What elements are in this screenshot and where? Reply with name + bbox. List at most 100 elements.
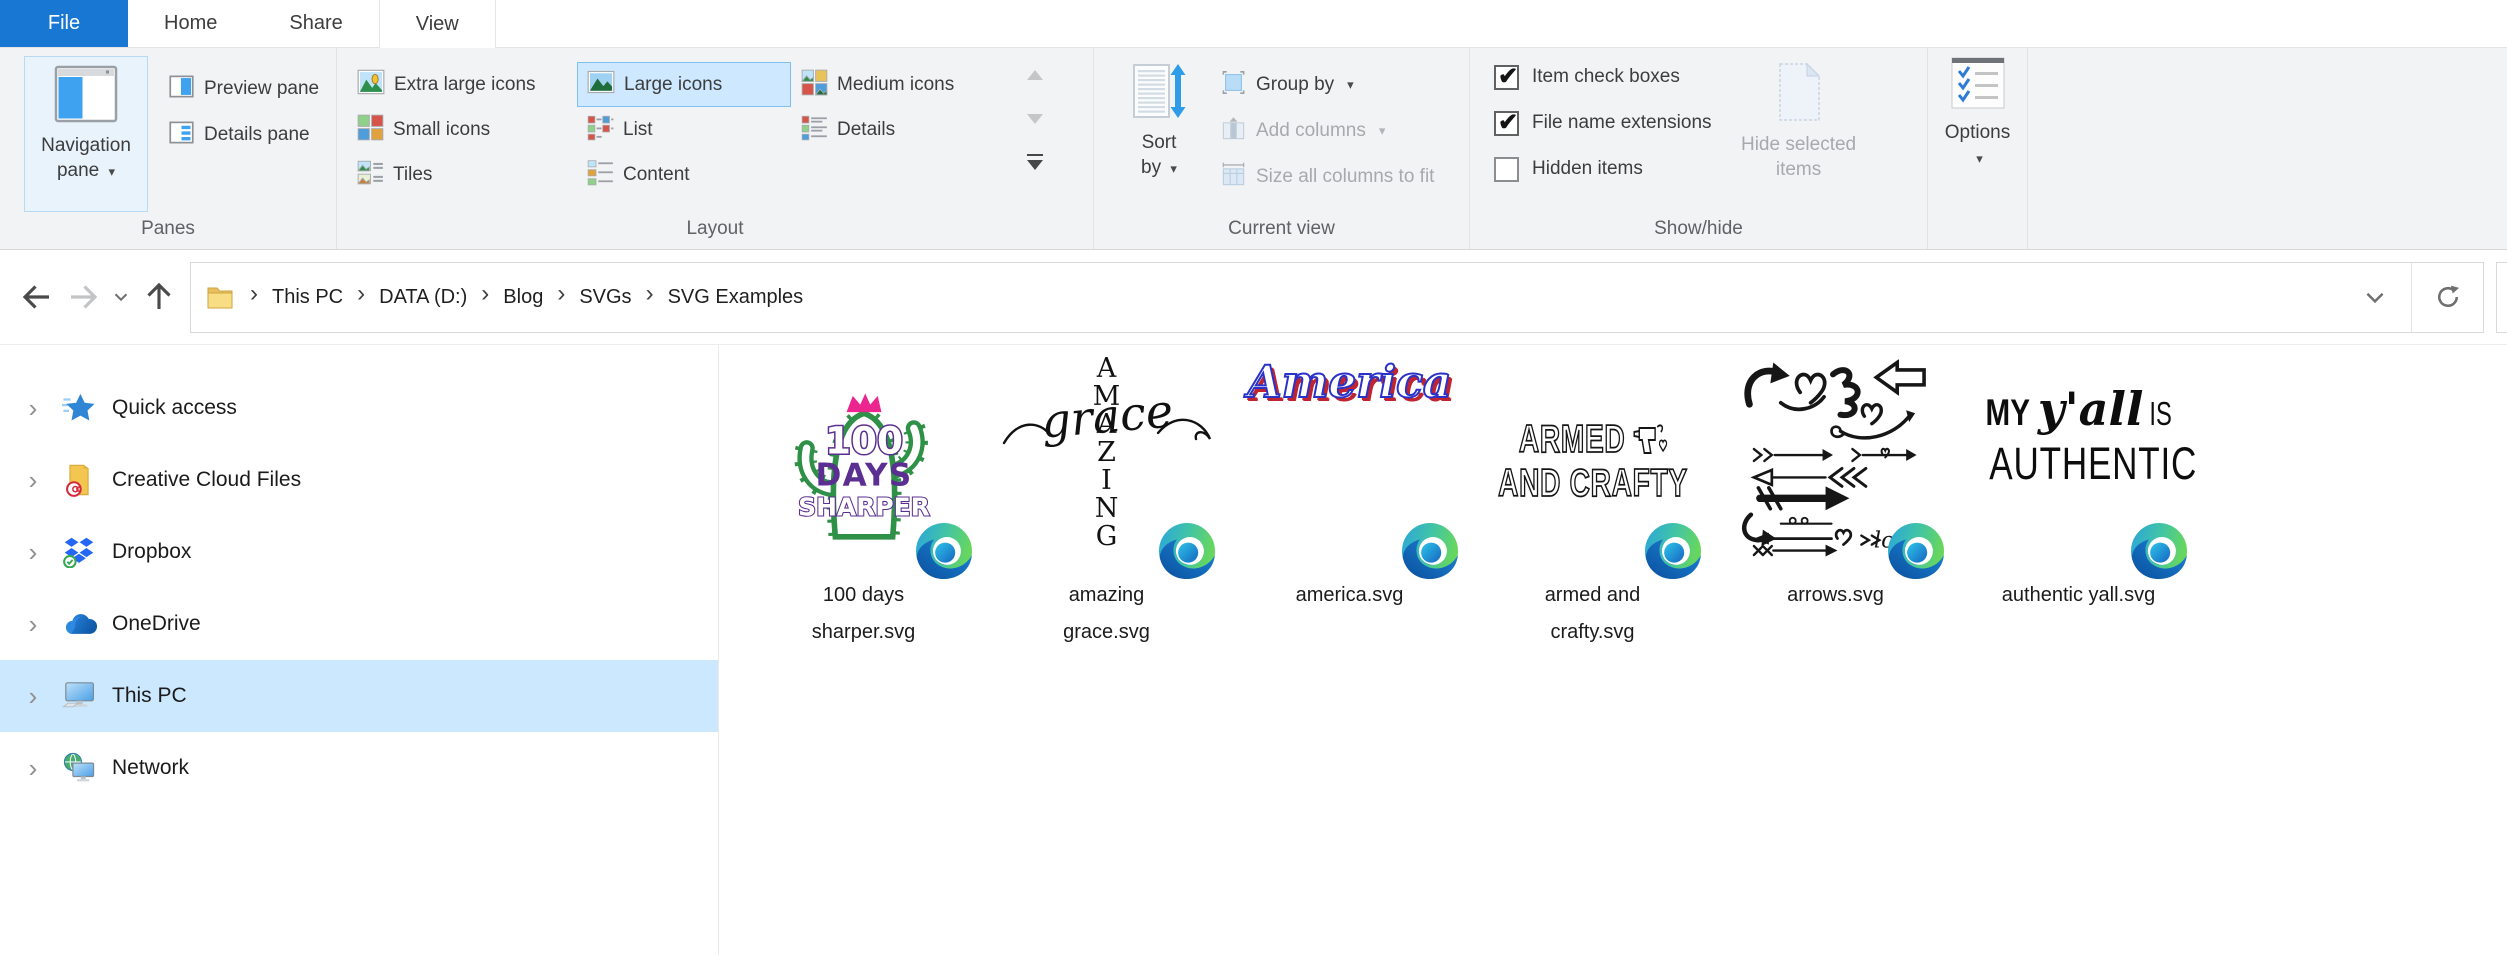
hidden-items-toggle[interactable]: Hidden items: [1494, 146, 1712, 192]
file-amazing-grace[interactable]: AMAZING grace amazinggrace.svg: [988, 353, 1225, 651]
item-check-boxes-toggle[interactable]: Item check boxes: [1494, 54, 1712, 100]
tab-view[interactable]: View: [379, 0, 496, 48]
group-label-panes: Panes: [0, 218, 336, 240]
options-icon: [1950, 56, 2006, 115]
file-name[interactable]: amazinggrace.svg: [988, 577, 1225, 651]
breadcrumb-svgs[interactable]: SVGs: [574, 263, 636, 332]
navigation-pane-button[interactable]: Navigation pane ▾: [24, 56, 148, 212]
view-content[interactable]: Content: [577, 152, 791, 197]
cactus-artwork: 100 DAYS SHARPER: [789, 374, 939, 546]
address-dropdown-button[interactable]: [2339, 263, 2411, 332]
cactus-text-sharper: SHARPER: [798, 493, 930, 522]
options-label: Options: [1945, 122, 2010, 143]
group-current-view: Sort by ▾ Group by ▾ Add columns ▾: [1094, 48, 1470, 249]
sidebar-item-network[interactable]: › Network: [0, 732, 718, 804]
file-thumbnail[interactable]: love: [1717, 353, 1954, 571]
forward-button[interactable]: [60, 265, 106, 329]
chevron-right-icon[interactable]: ›: [22, 757, 44, 779]
view-extra-large-icons[interactable]: Extra large icons: [347, 62, 577, 107]
file-name[interactable]: america.svg: [1231, 577, 1468, 614]
edge-browser-icon: [1645, 523, 1701, 579]
view-small-icons[interactable]: Small icons: [347, 107, 577, 152]
group-by-icon: [1220, 69, 1247, 101]
view-details[interactable]: Details: [791, 107, 1013, 152]
file-thumbnail[interactable]: AMAZING grace: [988, 353, 1225, 571]
medium-icons-icon: [801, 69, 828, 101]
back-button[interactable]: [14, 265, 60, 329]
chevron-right-icon[interactable]: ›: [22, 397, 44, 419]
back-arrow-icon: [19, 279, 55, 315]
file-name-extensions-toggle[interactable]: File name extensions: [1494, 100, 1712, 146]
file-100-days-sharper[interactable]: 100 DAYS SHARPER 100 dayssharper.svg: [745, 353, 982, 651]
breadcrumb-svg-examples[interactable]: SVG Examples: [663, 263, 809, 332]
breadcrumb-data-d[interactable]: DATA (D:): [374, 263, 472, 332]
armed-crafty-artwork: ARMED AND CRAFTY: [1461, 418, 1724, 506]
file-name[interactable]: arrows.svg: [1717, 577, 1954, 614]
chevron-right-icon[interactable]: ›: [22, 685, 44, 707]
options-button[interactable]: Options ▾: [1928, 48, 2027, 171]
file-thumbnail[interactable]: ARMED AND CRAFTY: [1474, 353, 1711, 571]
refresh-button[interactable]: [2411, 263, 2483, 332]
gallery-scroll-up-icon[interactable]: [1027, 70, 1043, 80]
breadcrumb-separator-icon: ›: [348, 280, 374, 314]
folder-icon: [205, 284, 235, 310]
sidebar-item-quick-access[interactable]: › Quick access: [0, 372, 718, 444]
tab-home[interactable]: Home: [128, 0, 253, 47]
sidebar-item-onedrive[interactable]: › OneDrive: [0, 588, 718, 660]
file-arrows[interactable]: love arrows.svg: [1717, 353, 1954, 614]
up-button[interactable]: [136, 265, 182, 329]
view-medium-icons[interactable]: Medium icons: [791, 62, 1013, 107]
tab-file[interactable]: File: [0, 0, 128, 47]
size-all-columns-button[interactable]: Size all columns to fit: [1212, 154, 1442, 200]
gallery-scroll-down-icon[interactable]: [1027, 114, 1043, 124]
recent-locations-button[interactable]: [106, 265, 136, 329]
caret-down-icon: ▾: [1379, 123, 1386, 139]
checkbox-unchecked-icon[interactable]: [1494, 157, 1519, 182]
navigation-pane-label: Navigation: [41, 135, 131, 156]
file-america[interactable]: America america.svg: [1231, 353, 1468, 614]
view-list[interactable]: List: [577, 107, 791, 152]
view-tiles[interactable]: Tiles: [347, 152, 577, 197]
gallery-more-button[interactable]: [1027, 154, 1043, 170]
sort-by-label: Sort: [1142, 132, 1177, 153]
size-columns-icon: [1220, 161, 1247, 193]
edge-browser-icon: [916, 523, 972, 579]
quick-access-star-icon: [58, 391, 100, 425]
checkbox-checked-icon[interactable]: [1494, 111, 1519, 136]
small-icons-icon: [357, 114, 384, 146]
chevron-right-icon[interactable]: ›: [22, 469, 44, 491]
breadcrumb-blog[interactable]: Blog: [498, 263, 548, 332]
chevron-right-icon[interactable]: ›: [22, 541, 44, 563]
group-by-button[interactable]: Group by ▾: [1212, 62, 1442, 108]
caret-down-icon: ▾: [1976, 151, 1983, 166]
checkbox-checked-icon[interactable]: [1494, 65, 1519, 90]
chevron-right-icon[interactable]: ›: [22, 613, 44, 635]
file-name[interactable]: armed andcrafty.svg: [1474, 577, 1711, 651]
group-layout: Extra large icons Small icons Tiles L: [337, 48, 1094, 249]
address-bar[interactable]: › This PC › DATA (D:) › Blog › SVGs › SV…: [190, 262, 2484, 333]
details-pane-button[interactable]: Details pane: [160, 112, 327, 158]
extra-large-icons-icon: [357, 68, 385, 101]
tab-share[interactable]: Share: [253, 0, 378, 47]
breadcrumb-separator-icon: ›: [637, 280, 663, 314]
file-name[interactable]: 100 dayssharper.svg: [745, 577, 982, 651]
file-armed-and-crafty[interactable]: ARMED AND CRAFTY: [1474, 353, 1711, 651]
file-authentic-yall[interactable]: MY y'all IS AUTHENTIC authentic yall.svg: [1960, 353, 2197, 614]
add-columns-button[interactable]: Add columns ▾: [1212, 108, 1442, 154]
file-name[interactable]: authentic yall.svg: [1960, 577, 2197, 614]
sidebar-item-this-pc[interactable]: › This PC: [0, 660, 718, 732]
file-thumbnail[interactable]: MY y'all IS AUTHENTIC: [1960, 353, 2197, 571]
file-thumbnail[interactable]: 100 DAYS SHARPER: [745, 353, 982, 571]
search-box[interactable]: [2496, 262, 2507, 333]
view-large-icons[interactable]: Large icons: [577, 62, 791, 107]
ribbon-tab-row: File Home Share View: [0, 0, 2507, 48]
file-thumbnail[interactable]: America: [1231, 353, 1468, 571]
sidebar-item-creative-cloud[interactable]: › Creative Cloud Files: [0, 444, 718, 516]
tiles-icon: [357, 159, 384, 191]
file-list: 100 DAYS SHARPER 100 dayssharper.svg AMA…: [719, 345, 2507, 955]
edge-browser-icon: [1888, 523, 1944, 579]
breadcrumb-this-pc[interactable]: This PC: [267, 263, 348, 332]
sidebar-item-dropbox[interactable]: › Dropbox: [0, 516, 718, 588]
preview-pane-button[interactable]: Preview pane: [160, 66, 327, 112]
sort-by-icon: [1131, 62, 1187, 125]
